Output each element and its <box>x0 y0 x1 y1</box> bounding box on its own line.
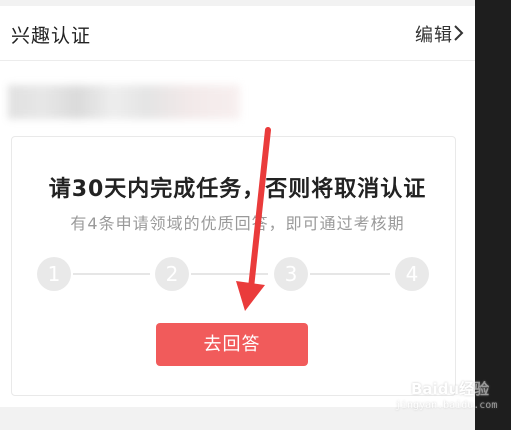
watermark-text: Baidu经验 <box>411 380 490 398</box>
side-panel <box>475 0 511 430</box>
page-title: 兴趣认证 <box>11 25 92 47</box>
paw-icon <box>395 380 410 395</box>
baidu-watermark: Baidu经验 jingyan.baidu.com <box>393 378 497 418</box>
edit-button[interactable]: 编辑 <box>415 21 453 47</box>
blurred-user-name <box>8 85 240 119</box>
step-connector <box>310 273 390 275</box>
step-connector <box>191 273 268 275</box>
step-4: 4 <box>395 257 429 291</box>
task-subtitle: 有4条申请领域的优质回答，即可通过考核期 <box>70 214 405 233</box>
step-2: 2 <box>155 257 189 291</box>
chevron-right-icon[interactable] <box>451 24 467 42</box>
step-connector <box>73 273 150 275</box>
card-header: 兴趣认证 编辑 <box>0 6 475 61</box>
task-title: 请30天内完成任务，否则将取消认证 <box>48 177 427 202</box>
answer-button[interactable]: 去回答 <box>156 323 308 366</box>
watermark-url: jingyan.baidu.com <box>395 400 498 411</box>
interest-certification-card: 兴趣认证 编辑 请30天内完成任务，否则将取消认证 有4条申请领域的优质回答，即… <box>0 0 475 430</box>
step-1: 1 <box>37 257 71 291</box>
step-3: 3 <box>274 257 308 291</box>
